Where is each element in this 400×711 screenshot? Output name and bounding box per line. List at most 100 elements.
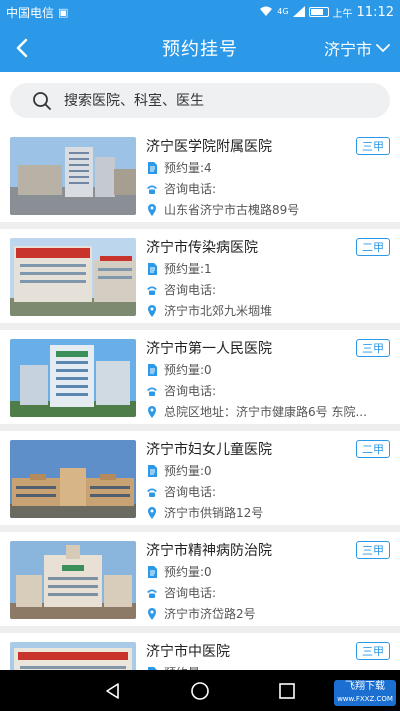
nav-home-button[interactable]: [188, 679, 212, 703]
address-row: 山东省济宁市古槐路89号: [146, 201, 299, 218]
hospital-photo: [10, 642, 136, 670]
back-button[interactable]: [4, 30, 40, 66]
appointment-label: 预约量:: [164, 565, 205, 579]
phone-label: 咨询电话:: [164, 384, 217, 398]
city-label: 济宁市: [323, 40, 372, 59]
appointment-count: 4: [204, 160, 212, 175]
grade-badge: 二甲: [356, 238, 390, 256]
location-pin-icon: [148, 203, 156, 216]
page-title: 预约挂号: [162, 39, 238, 60]
phone-row: 咨询电话:: [146, 483, 216, 500]
hospital-name: 济宁市第一人民医院: [146, 341, 272, 357]
hospital-address: 济宁市供销路12号: [164, 506, 264, 520]
appointment-count: 0: [204, 463, 212, 478]
phone-icon: [147, 488, 157, 497]
phone-icon: [147, 387, 157, 396]
phone-label: 咨询电话:: [164, 485, 217, 499]
appointment-row: 预约量: 0: [146, 563, 212, 580]
hospital-address: 山东省济宁市古槐路89号: [164, 203, 300, 217]
grade-badge: 三甲: [356, 642, 390, 660]
phone-row: 咨询电话:: [146, 281, 216, 298]
phone-icon: [147, 589, 157, 598]
battery-icon: [308, 7, 329, 17]
appointment-count: 1: [204, 261, 212, 276]
address-row: 济宁市济岱路2号: [146, 605, 256, 622]
grade-badge: 三甲: [356, 137, 390, 155]
search-section: [0, 72, 400, 128]
location-pin-icon: [148, 506, 156, 519]
wifi-icon: [259, 6, 273, 19]
watermark-title: 飞翔下载: [345, 681, 385, 692]
watermark-url: www.FXXZ.COM: [337, 695, 393, 703]
grade-badge: 二甲: [356, 440, 390, 458]
hospital-name: 济宁市妇女儿童医院: [146, 442, 272, 458]
hospital-name: 济宁市中医院: [146, 644, 230, 660]
hospital-photo: [10, 440, 136, 518]
address-row: 济宁市北郊九米堌堆: [146, 302, 272, 319]
grade-badge: 三甲: [356, 339, 390, 357]
phone-icon: [147, 185, 157, 194]
location-pin-icon: [148, 607, 156, 620]
hospital-list-item[interactable]: 济宁市精神病防治院 三甲 预约量: 0 咨询电话: 济宁市济岱路2号: [0, 532, 400, 633]
search-bar[interactable]: [10, 83, 390, 118]
document-icon: [148, 262, 157, 275]
hospital-list-item[interactable]: 济宁医学院附属医院 三甲 预约量: 4 咨询电话: 山东省济宁市古槐路89号: [0, 128, 400, 229]
hospital-list-item[interactable]: 济宁市中医院 三甲 预约量:: [0, 633, 400, 670]
phone-row: 咨询电话:: [146, 382, 216, 399]
app-header: 预约挂号 济宁市: [0, 24, 400, 72]
appointment-label: 预约量:: [164, 262, 205, 276]
grade-badge: 三甲: [356, 541, 390, 559]
clock: 11:12: [356, 4, 394, 20]
document-icon: [148, 363, 157, 376]
city-selector[interactable]: 济宁市: [324, 34, 390, 62]
hospital-name: 济宁市精神病防治院: [146, 543, 272, 559]
phone-icon: [147, 286, 157, 295]
hospital-address: 济宁市北郊九米堌堆: [164, 304, 273, 318]
circle-home-icon: [191, 681, 209, 700]
document-icon: [148, 565, 157, 578]
hospital-list: 济宁医学院附属医院 三甲 预约量: 4 咨询电话: 山东省济宁市古槐路89号 济…: [0, 128, 400, 670]
document-icon: [148, 161, 157, 174]
triangle-back-icon: [106, 682, 120, 699]
hospital-name: 济宁市传染病医院: [146, 240, 258, 256]
address-row: 总院区地址：济宁市健康路6号 东院...: [146, 403, 367, 420]
square-recents-icon: [278, 682, 295, 699]
phone-row: 咨询电话:: [146, 584, 216, 601]
phone-label: 咨询电话:: [164, 283, 217, 297]
search-icon: [33, 91, 51, 110]
document-icon: [148, 464, 157, 477]
appointment-row: 预约量: 4: [146, 159, 212, 176]
location-pin-icon: [148, 304, 156, 317]
nav-back-button[interactable]: [101, 679, 125, 703]
appointment-count: 0: [204, 564, 212, 579]
address-row: 济宁市供销路12号: [146, 504, 263, 521]
time-prefix: 上午: [332, 8, 353, 20]
hospital-photo: [10, 541, 136, 619]
phone-row: 咨询电话:: [146, 180, 216, 197]
phone-label: 咨询电话:: [164, 182, 217, 196]
search-input[interactable]: [64, 92, 364, 109]
hospital-list-item[interactable]: 济宁市妇女儿童医院 二甲 预约量: 0 咨询电话: 济宁市供销路12号: [0, 431, 400, 532]
appointment-row: 预约量: 0: [146, 462, 212, 479]
appointment-label: 预约量:: [164, 363, 205, 377]
appointment-count: 0: [204, 362, 212, 377]
appointment-row: 预约量: 1: [146, 260, 212, 277]
appointment-label: 预约量:: [164, 161, 205, 175]
hospital-list-item[interactable]: 济宁市传染病医院 二甲 预约量: 1 咨询电话: 济宁市北郊九米堌堆: [0, 229, 400, 330]
hospital-photo: [10, 339, 136, 417]
chevron-down-icon: [376, 44, 390, 53]
hospital-photo: [10, 238, 136, 316]
hospital-name: 济宁医学院附属医院: [146, 139, 272, 155]
carrier-label: 中国电信: [6, 5, 55, 20]
signal-icon: [292, 5, 305, 19]
hospital-list-item[interactable]: 济宁市第一人民医院 三甲 预约量: 0 咨询电话: 总院区地址：济宁市健康路6号…: [0, 330, 400, 431]
image-notification-icon: ▣: [58, 5, 69, 19]
watermark-logo: 飞翔下载 www.FXXZ.COM: [334, 680, 396, 706]
network-type-label: 4G: [277, 7, 289, 16]
location-pin-icon: [148, 405, 156, 418]
appointment-row: 预约量: 0: [146, 361, 212, 378]
phone-label: 咨询电话:: [164, 586, 217, 600]
chevron-left-icon: [16, 38, 28, 58]
nav-recents-button[interactable]: [275, 679, 299, 703]
hospital-photo: [10, 137, 136, 215]
